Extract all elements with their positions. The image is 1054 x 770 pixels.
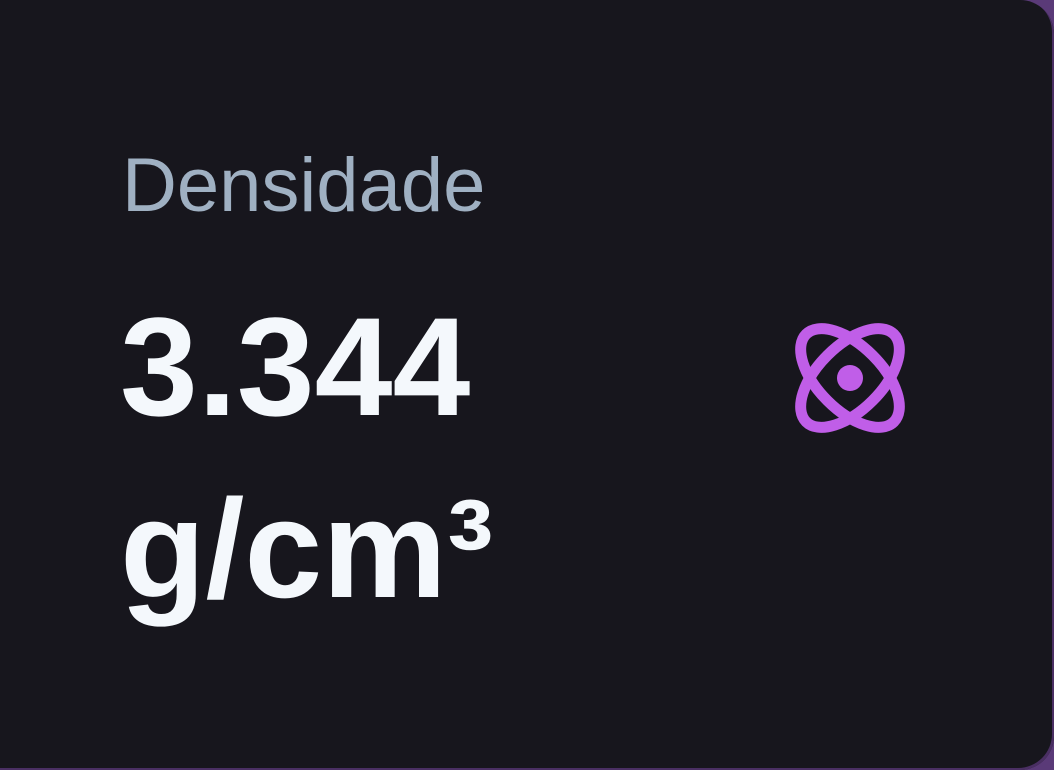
metric-card: Densidade 3.344 g/cm³ [0,0,1054,770]
atom-icon [780,308,920,448]
metric-value: 3.344 g/cm³ [120,288,494,627]
metric-label: Densidade [122,143,486,228]
